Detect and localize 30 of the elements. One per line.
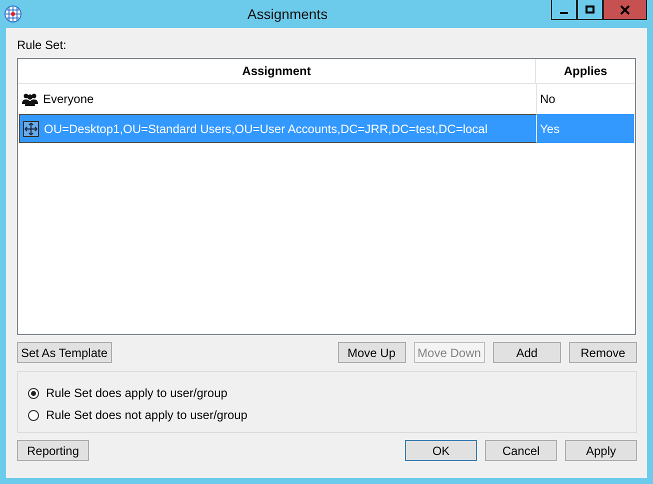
table-cell: No xyxy=(540,92,556,106)
minimize-button[interactable] xyxy=(551,0,577,20)
table-cell: OU=Desktop1,OU=Standard Users,OU=User Accounts,DC=JRR,DC=test,DC=local xyxy=(44,122,488,136)
action-button[interactable]: Remove xyxy=(568,342,637,363)
people-icon xyxy=(22,90,38,106)
dialog-button[interactable]: Reporting xyxy=(17,440,89,461)
dialog-button[interactable]: Cancel xyxy=(485,440,557,461)
maximize-button[interactable] xyxy=(577,0,603,20)
minimize-icon xyxy=(560,12,568,14)
action-button[interactable]: Move Up xyxy=(338,342,406,363)
org-unit-icon xyxy=(23,120,39,136)
table-cell: Everyone xyxy=(43,92,94,106)
close-button[interactable] xyxy=(603,0,647,20)
globe-icon xyxy=(4,5,22,23)
table-row[interactable]: Everyone No xyxy=(19,84,634,113)
column-header[interactable]: Applies xyxy=(536,59,635,83)
rule-set-label: Rule Set: xyxy=(17,37,68,54)
dialog-button[interactable]: Apply xyxy=(565,440,637,461)
column-header[interactable]: Assignment xyxy=(18,59,536,83)
dialog-button[interactable]: OK xyxy=(405,440,477,461)
action-button[interactable]: Add xyxy=(492,342,561,363)
radio-label[interactable]: Rule Set does not apply to user/group xyxy=(46,408,248,422)
table-cell: Yes xyxy=(540,122,560,136)
action-button[interactable]: Set As Template xyxy=(17,342,112,363)
maximize-icon xyxy=(585,4,595,14)
radio-button[interactable] xyxy=(28,388,39,398)
close-icon xyxy=(620,4,630,14)
window-title: Assignments xyxy=(246,6,329,22)
radio-button[interactable] xyxy=(28,410,39,420)
radio-label[interactable]: Rule Set does apply to user/group xyxy=(46,386,228,400)
